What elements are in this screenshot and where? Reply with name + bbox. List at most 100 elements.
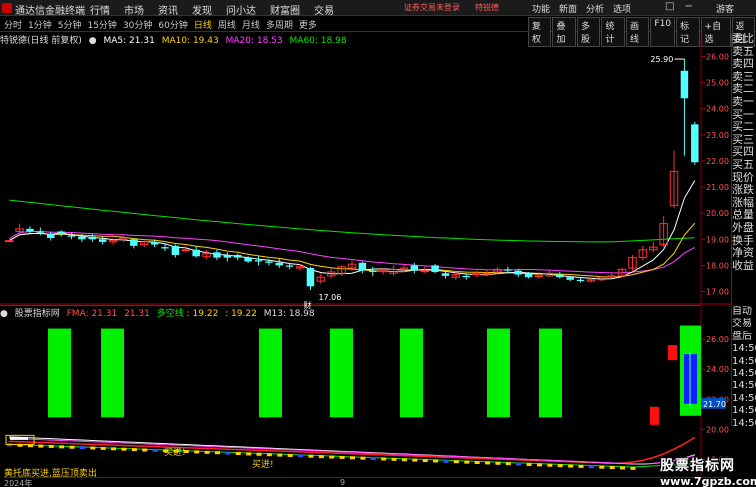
support-mark [318, 455, 324, 459]
support-mark [433, 459, 439, 463]
quote-label: 换手 [732, 234, 754, 247]
support-mark [194, 450, 200, 454]
support-mark [370, 457, 376, 461]
candle-body [67, 235, 76, 237]
support-mark [152, 448, 158, 452]
support-mark [536, 463, 542, 467]
support-mark [90, 446, 96, 450]
kline-chart[interactable]: 26.00 25.00 24.00 23.00 22.00 21.00 20.00 19.00… [0, 0, 731, 487]
trade-label: 14:50 [732, 405, 756, 417]
y-tick-label: 23.00 [706, 131, 729, 140]
m13-line [9, 437, 695, 465]
trade-label: 14:50 [732, 392, 756, 404]
candle-body [98, 239, 107, 242]
quote-label: 买二 [732, 121, 754, 134]
y-tick-label: 26.00 [706, 52, 729, 61]
support-mark [287, 453, 293, 457]
support-mark [547, 463, 553, 467]
support-mark [391, 457, 397, 461]
support-mark [401, 458, 407, 462]
support-mark [329, 455, 335, 459]
support-mark [453, 460, 459, 464]
candle-body [358, 262, 367, 271]
candle-body [504, 269, 512, 271]
value-tag-label: 21.70 [703, 400, 726, 409]
trade-label: 14:50 [732, 368, 756, 380]
support-mark [246, 452, 252, 456]
y-tick-label: 20.00 [706, 209, 729, 218]
candle-body [47, 234, 55, 238]
candle-body [150, 241, 159, 245]
candle-body [680, 70, 689, 99]
support-box-fill [10, 436, 28, 440]
candle-body [130, 239, 138, 246]
support-mark [48, 444, 54, 448]
support-mark [422, 459, 428, 463]
support-mark [474, 461, 480, 465]
support-mark [526, 462, 532, 466]
quote-label: 卖四 [732, 58, 754, 71]
candle-body [26, 228, 34, 232]
quote-label: 买五 [732, 158, 754, 171]
watermark-title: 股票指标网 [660, 458, 735, 474]
trade-label: 交易 [732, 318, 752, 330]
support-mark [485, 461, 491, 465]
support-mark [609, 466, 615, 470]
candle-body [514, 270, 522, 275]
candle-body [192, 249, 200, 257]
quote-label: 买一 [732, 108, 754, 121]
candle-body [78, 236, 86, 240]
support-mark [578, 464, 584, 468]
support-mark [360, 456, 366, 460]
trade-label: 14:50 [732, 355, 756, 367]
y-tick-label: 22.00 [706, 157, 729, 166]
signal-bar-red [668, 345, 677, 361]
y-tick-label: 18.00 [706, 261, 729, 270]
candle-body [161, 247, 169, 249]
candle-body [306, 268, 315, 287]
quote-label: 涨跌 [732, 184, 754, 197]
quote-label: 买四 [732, 146, 754, 159]
low-price-label: 17.06 [318, 293, 341, 302]
support-mark [69, 445, 75, 449]
candle-body [285, 265, 294, 267]
sub-y-tick-label: 26.00 [706, 335, 729, 344]
buy-signal-label: 买进! [164, 447, 186, 458]
date-month: 9 [340, 478, 346, 487]
candle-body [181, 249, 191, 252]
support-mark [142, 448, 148, 452]
support-mark [381, 457, 387, 461]
finance-flag-label: 财 [303, 300, 311, 310]
support-mark [495, 461, 501, 465]
signal-bar-red [650, 406, 659, 425]
quote-label: 现价 [732, 171, 754, 184]
buy-signal-label: 买进! [252, 459, 274, 470]
support-mark [339, 455, 345, 459]
quote-label: 卖五 [732, 45, 754, 58]
support-mark [443, 459, 449, 463]
date-year: 2024年 [4, 479, 33, 487]
candle-body [691, 124, 699, 163]
candle-body [431, 265, 439, 272]
candle-body [566, 277, 574, 280]
candle-body [462, 275, 471, 278]
candle-body [254, 260, 263, 262]
candle-body [378, 270, 388, 273]
support-mark [79, 446, 85, 450]
y-tick-label: 24.00 [706, 105, 729, 114]
quote-label: 委比 [732, 33, 754, 45]
trade-label: 14:50 [732, 417, 756, 429]
support-mark [100, 446, 106, 450]
support-mark [204, 450, 210, 454]
candle-body [36, 231, 45, 233]
candle-body [534, 275, 544, 278]
support-mark [516, 462, 522, 466]
y-tick-label: 21.00 [706, 183, 729, 192]
support-mark [298, 454, 304, 458]
support-mark [505, 462, 511, 466]
y-tick-label: 25.00 [706, 79, 729, 88]
candle-body [275, 262, 284, 266]
quote-label: 买三 [732, 133, 754, 146]
candle-body [441, 273, 450, 276]
signal-bar-green [101, 328, 124, 418]
